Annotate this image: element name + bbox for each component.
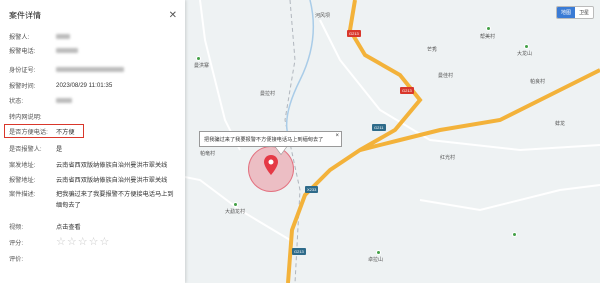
field-value: 云南省西双版纳傣族自治州曼洪市翠关线 (56, 176, 168, 184)
place-label: 大勐龙村 (225, 209, 246, 215)
description-label: 案件描述: (9, 191, 36, 198)
redacted-value (56, 97, 72, 103)
place-label: 帕良村 (530, 79, 546, 85)
map-type-satellite-button[interactable]: 卫星 (574, 7, 593, 18)
panel-title: 案件详情 (9, 10, 41, 20)
poi-icon (233, 202, 238, 207)
panel-header: 案件详情 ✕ (0, 0, 185, 30)
field-label: 是否方便电话: (9, 128, 48, 136)
field-row-id-number: 身份证号: (9, 63, 124, 75)
road-badge: G213 (347, 30, 361, 37)
place-label: 大龙山 (517, 51, 533, 57)
field-row-reporter: 报警人: (9, 30, 70, 42)
field-label: 案发地址: (9, 161, 36, 169)
field-row-status: 状态: (9, 94, 72, 106)
redacted-value (56, 66, 124, 72)
field-label: 报警时间: (9, 82, 36, 90)
star-icon[interactable]: ☆ (67, 237, 77, 248)
star-icon[interactable]: ☆ (89, 237, 99, 248)
field-row-video: 视频: 点击查看 (9, 220, 81, 232)
popup-text: 把我骗过来了我要报警不方便接电话马上到缅甸去了 (204, 136, 324, 143)
field-label: 状态: (9, 97, 24, 105)
place-label: 红光村 (440, 155, 456, 161)
road-badge: G211 (372, 124, 386, 131)
field-label: 报警电话: (9, 47, 36, 55)
field-label: 评分: (9, 239, 24, 247)
field-label: 评价: (9, 255, 24, 263)
redacted-value (56, 47, 78, 53)
case-detail-panel: 案件详情 ✕ 报警人: 报警电话: 身份证号: 报警时间: 2023/08/29… (0, 0, 185, 283)
road-badge: G213 (400, 87, 414, 94)
star-icon[interactable]: ☆ (78, 237, 88, 248)
place-label: 曼拉村 (260, 91, 276, 97)
field-row-alarm-address: 报警地址: 云南省西双版纳傣族自治州曼洪市翠关线 (9, 173, 167, 185)
field-label: 视频: (9, 223, 24, 231)
field-label: 报警人: (9, 33, 30, 41)
field-value: 是 (56, 145, 63, 153)
field-label: 转内网说明: (9, 113, 42, 121)
field-value: 2023/08/29 11:01:35 (56, 81, 113, 89)
field-row-rating: 评分: ☆ ☆ ☆ ☆ ☆ (9, 236, 109, 248)
field-row-phone-convenient: 是否方便电话: 不方便 (9, 125, 75, 137)
popup-tail (275, 146, 287, 154)
field-label: 是否报警人: (9, 145, 42, 153)
star-icon[interactable]: ☆ (100, 237, 110, 248)
place-label: 帕竜村 (200, 151, 216, 157)
poi-icon (376, 250, 381, 255)
place-label: 卓拉山 (368, 257, 384, 263)
field-row-transfer-note: 转内网说明: (9, 110, 79, 122)
map-info-popup: 把我骗过来了我要报警不方便接电话马上到缅甸去了 × (199, 131, 342, 147)
map-type-map-button[interactable]: 地图 (556, 7, 575, 18)
place-label: 河风坝 (315, 13, 331, 19)
map-type-switch: 地图 卫星 (555, 6, 594, 19)
poi-icon (196, 56, 201, 61)
place-label: 蚌龙 (555, 121, 566, 127)
rating-stars[interactable]: ☆ ☆ ☆ ☆ ☆ (56, 237, 110, 248)
popup-close-icon[interactable]: × (335, 133, 339, 139)
location-pin-icon[interactable] (264, 155, 278, 175)
field-value: 云南省西双版纳傣族自治州曼洪市翠关线 (56, 161, 168, 169)
field-label: 身份证号: (9, 66, 36, 74)
road-badge: X233 (305, 186, 319, 193)
field-row-incident-address: 案发地址: 云南省西双版纳傣族自治州曼洪市翠关线 (9, 158, 167, 170)
star-icon[interactable]: ☆ (56, 237, 66, 248)
field-row-alarm-time: 报警时间: 2023/08/29 11:01:35 (9, 79, 112, 91)
case-description: 把我骗过来了我要报警不方便接电话马上到缅甸去了 (56, 191, 174, 209)
place-label: 帮美村 (480, 34, 496, 40)
field-value: 不方便 (56, 128, 75, 136)
place-label: 曼佳村 (438, 73, 454, 79)
view-video-link[interactable]: 点击查看 (56, 222, 81, 231)
place-label: 芒秀 (427, 47, 438, 53)
poi-icon (486, 26, 491, 31)
place-label: 曼洪寨 (194, 63, 210, 69)
road-badge: G213 (292, 248, 306, 255)
poi-icon (524, 44, 529, 49)
field-row-phone: 报警电话: (9, 44, 78, 56)
field-label: 报警地址: (9, 176, 36, 184)
poi-icon (512, 232, 517, 237)
field-row-review: 评价: (9, 252, 56, 264)
close-icon[interactable]: ✕ (169, 10, 177, 21)
redacted-value (56, 33, 70, 39)
field-row-is-reporter: 是否报警人: 是 (9, 142, 62, 154)
